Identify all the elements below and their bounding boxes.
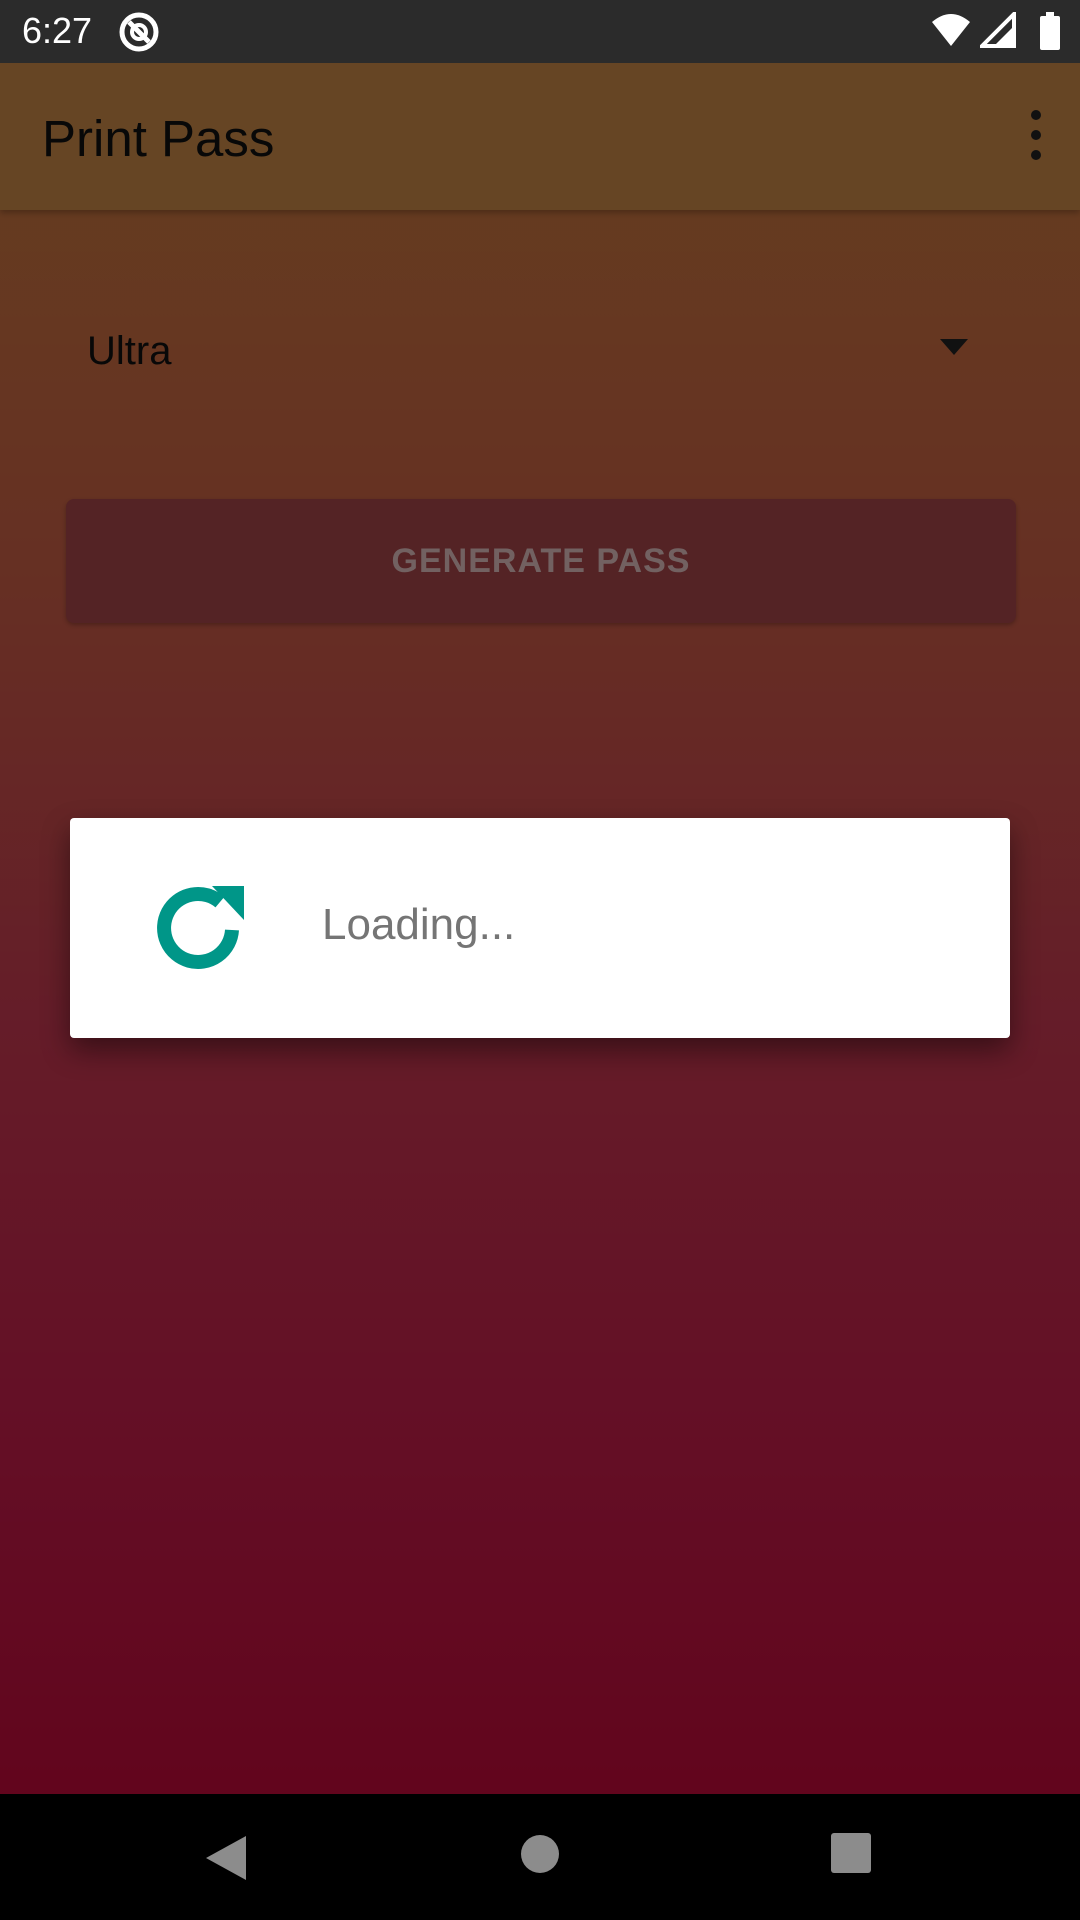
back-icon[interactable] <box>202 1834 250 1882</box>
status-time: 6:27 <box>22 10 93 51</box>
recents-icon[interactable] <box>830 1832 872 1874</box>
wifi-icon <box>932 14 970 46</box>
refresh-icon <box>157 886 244 969</box>
loading-message: Loading... <box>322 900 516 949</box>
home-icon[interactable] <box>520 1834 560 1874</box>
loading-dialog: Loading... <box>70 818 1010 1038</box>
battery-icon <box>1040 12 1060 50</box>
signal-icon <box>980 12 1016 48</box>
app-notification-icon <box>119 12 159 52</box>
navigation-bar <box>0 1794 1080 1920</box>
status-bar: 6:27 <box>0 0 1080 63</box>
